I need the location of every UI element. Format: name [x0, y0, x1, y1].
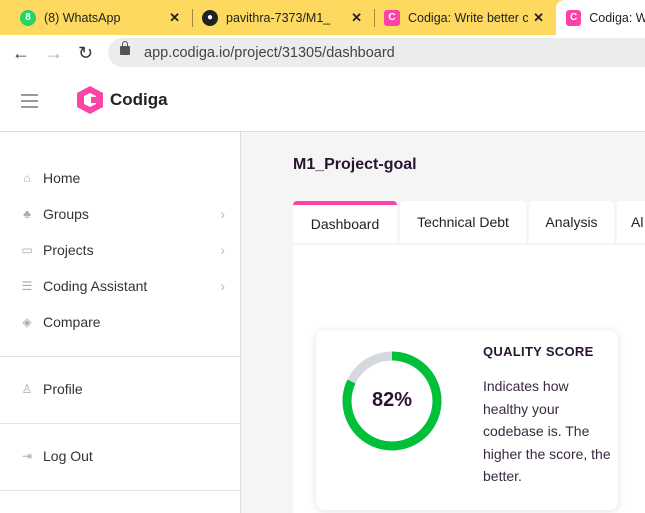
close-tab-icon[interactable]: ✕: [351, 10, 362, 26]
tab-dashboard[interactable]: Dashboard: [293, 201, 397, 243]
browser-tab-whatsapp[interactable]: 8 (8) WhatsApp ✕: [20, 0, 190, 35]
sidebar-item-coding-assistant[interactable]: ☰ Coding Assistant ›: [20, 278, 225, 294]
sidebar-item-home[interactable]: ⌂ Home: [20, 170, 225, 186]
layers-icon: ◈: [22, 315, 32, 329]
browser-tab-bar: 8 (8) WhatsApp ✕ ● pavithra-7373/M1_Proj…: [0, 0, 645, 35]
home-icon: ⌂: [23, 171, 31, 185]
sidebar-item-profile[interactable]: ♙ Profile: [20, 381, 225, 397]
chevron-right-icon: ›: [220, 242, 225, 258]
chevron-right-icon: ›: [220, 278, 225, 294]
browser-tab-codiga-active[interactable]: C Codiga: Write better code: [556, 0, 645, 35]
menu-icon[interactable]: [21, 94, 38, 108]
app-header: Codiga: [0, 70, 645, 132]
user-icon: ♙: [21, 382, 33, 396]
sidebar-item-logout[interactable]: ⇥ Log Out: [20, 448, 225, 464]
chevron-right-icon: ›: [220, 206, 225, 222]
codiga-icon: C: [566, 9, 582, 26]
forward-icon[interactable]: →: [45, 43, 63, 64]
page-title: M1_Project-goal: [293, 156, 417, 173]
address-bar-row: ← → ↻ app.codiga.io/project/31305/dashbo…: [0, 35, 645, 70]
codiga-icon: C: [384, 9, 400, 26]
sidebar-item-projects[interactable]: ▭ Projects ›: [20, 242, 225, 258]
sidebar: ⌂ Home ♣ Groups › ▭ Projects › ☰ Coding Assist…: [0, 132, 241, 513]
whatsapp-icon: 8: [20, 9, 36, 26]
tab-more[interactable]: Al: [617, 201, 645, 243]
github-icon: ●: [202, 9, 218, 26]
quality-score-value: 82%: [371, 389, 413, 411]
lock-icon: [120, 41, 130, 55]
list-icon: ☰: [21, 279, 33, 293]
sidebar-item-groups[interactable]: ♣ Groups ›: [20, 206, 225, 222]
close-tab-icon[interactable]: ✕: [533, 10, 544, 26]
tab-technical-debt[interactable]: Technical Debt: [400, 201, 526, 243]
quality-score-description: Indicates how healthy your codebase is. …: [483, 378, 611, 485]
browser-tab-codiga[interactable]: C Codiga: Write better code ✕: [384, 0, 554, 35]
browser-tab-github[interactable]: ● pavithra-7373/M1_Project-goal ✕: [202, 0, 372, 35]
codiga-logo-icon: [77, 86, 103, 114]
reload-icon[interactable]: ↻: [78, 43, 93, 64]
logo[interactable]: Codiga: [76, 85, 168, 115]
groups-icon: ♣: [23, 207, 31, 221]
close-tab-icon[interactable]: ✕: [169, 10, 180, 26]
sidebar-item-compare[interactable]: ◈ Compare: [20, 314, 225, 330]
briefcase-icon: ▭: [21, 243, 33, 257]
back-icon[interactable]: ←: [12, 43, 30, 64]
tab-analysis[interactable]: Analysis: [529, 201, 614, 243]
url-input[interactable]: app.codiga.io/project/31305/dashboard: [108, 38, 645, 67]
quality-score-heading: QUALITY SCORE: [483, 344, 594, 359]
logout-icon: ⇥: [21, 449, 33, 463]
